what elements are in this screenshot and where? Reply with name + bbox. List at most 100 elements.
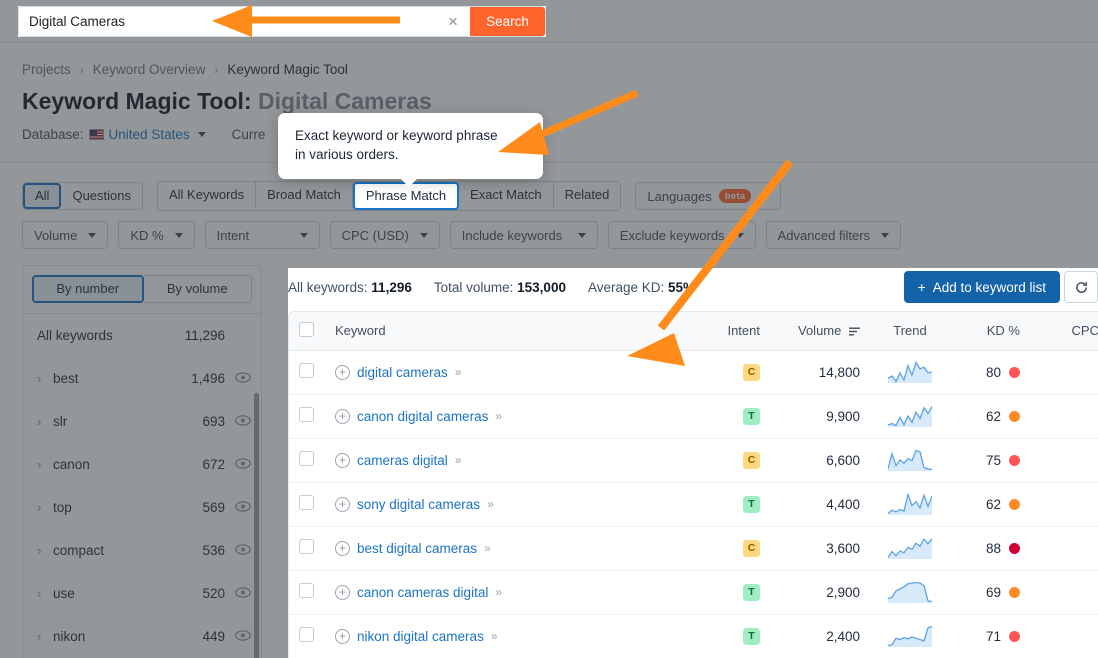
eye-icon[interactable] (225, 629, 251, 644)
row-checkbox[interactable] (299, 539, 314, 554)
database-selector[interactable]: Database: United States (22, 127, 206, 142)
kd-difficulty-dot (1009, 454, 1020, 466)
table-row[interactable]: + nikon digital cameras » T 2,400 71 (289, 614, 1098, 658)
eye-icon[interactable] (225, 543, 251, 558)
table-row[interactable]: + cameras digital » C 6,600 75 (289, 438, 1098, 483)
keyword-link[interactable]: canon digital cameras (357, 409, 488, 424)
row-checkbox[interactable] (299, 451, 314, 466)
keyword-link[interactable]: nikon digital cameras (357, 629, 484, 644)
filter-kd[interactable]: KD % (118, 221, 195, 249)
sidebar-all-count: 11,296 (184, 328, 225, 343)
chevron-double-right-icon[interactable]: » (495, 585, 502, 599)
keyword-link[interactable]: sony digital cameras (357, 497, 480, 512)
filter-intent[interactable]: Intent (204, 221, 320, 249)
chevron-right-icon[interactable]: › (37, 371, 53, 386)
eye-icon[interactable] (225, 457, 251, 472)
eye-icon[interactable] (225, 586, 251, 601)
tab-all[interactable]: All (23, 183, 62, 209)
column-header-keyword[interactable]: Keyword (325, 312, 710, 351)
refresh-button[interactable] (1064, 271, 1098, 303)
sidebar-item-compact[interactable]: › compact 536 (23, 529, 261, 572)
intent-badge[interactable]: T (743, 496, 760, 513)
add-to-keyword-list-button[interactable]: + Add to keyword list (903, 271, 1060, 303)
keyword-link[interactable]: best digital cameras (357, 541, 477, 556)
intent-badge[interactable]: C (743, 364, 760, 381)
sidebar-item-slr[interactable]: › slr 693 (23, 400, 261, 443)
eye-icon[interactable] (225, 371, 251, 386)
chevron-right-icon[interactable]: › (37, 543, 53, 558)
column-header-volume[interactable]: Volume (770, 312, 870, 351)
chevron-double-right-icon[interactable]: » (484, 541, 491, 555)
filter-volume[interactable]: Volume (22, 221, 109, 249)
intent-badge[interactable]: T (743, 408, 760, 425)
row-checkbox[interactable] (299, 495, 314, 510)
row-checkbox[interactable] (299, 583, 314, 598)
chevron-double-right-icon[interactable]: » (455, 453, 462, 467)
add-keyword-icon[interactable]: + (335, 584, 350, 600)
chevron-double-right-icon[interactable]: » (455, 365, 462, 379)
currency-selector[interactable]: Curre (232, 127, 266, 142)
add-keyword-icon[interactable]: + (335, 628, 350, 644)
chevron-right-icon[interactable]: › (37, 629, 53, 644)
keyword-link[interactable]: cameras digital (357, 453, 448, 468)
chevron-right-icon[interactable]: › (37, 457, 53, 472)
search-button[interactable]: Search (470, 7, 545, 36)
chevron-right-icon[interactable]: › (37, 414, 53, 429)
eye-icon[interactable] (225, 500, 251, 515)
column-header-trend[interactable]: Trend (870, 312, 950, 351)
column-header-cpc[interactable]: CPC (1030, 312, 1098, 351)
sidebar-item-top[interactable]: › top 569 (23, 486, 261, 529)
breadcrumb-item-projects[interactable]: Projects (22, 62, 71, 77)
intent-badge[interactable]: C (743, 540, 760, 557)
tab-broad-match[interactable]: Broad Match (256, 182, 353, 208)
eye-icon[interactable] (225, 414, 251, 429)
chevron-double-right-icon[interactable]: » (491, 629, 498, 643)
sidebar-item-use[interactable]: › use 520 (23, 572, 261, 615)
keyword-link[interactable]: canon cameras digital (357, 585, 488, 600)
add-keyword-icon[interactable]: + (335, 364, 350, 380)
sidebar-item-all-keywords[interactable]: All keywords 11,296 (23, 314, 261, 357)
chevron-double-right-icon[interactable]: » (495, 409, 502, 423)
clear-search-icon[interactable]: × (436, 7, 470, 36)
sidebar-item-best[interactable]: › best 1,496 (23, 357, 261, 400)
filter-include-keywords[interactable]: Include keywords (449, 221, 598, 249)
table-row[interactable]: + canon digital cameras » T 9,900 62 (289, 394, 1098, 439)
intent-badge[interactable]: C (743, 452, 760, 469)
table-row[interactable]: + canon cameras digital » T 2,900 69 (289, 570, 1098, 615)
sidebar-item-nikon[interactable]: › nikon 449 (23, 615, 261, 658)
tab-exact-match[interactable]: Exact Match (459, 182, 554, 208)
table-row[interactable]: + sony digital cameras » T 4,400 62 (289, 482, 1098, 527)
row-checkbox[interactable] (299, 627, 314, 642)
table-row[interactable]: + best digital cameras » C 3,600 88 (289, 526, 1098, 571)
filter-advanced[interactable]: Advanced filters (765, 221, 902, 249)
chevron-right-icon[interactable]: › (37, 500, 53, 515)
column-header-intent[interactable]: Intent (710, 312, 770, 351)
toggle-by-volume[interactable]: By volume (143, 275, 252, 303)
column-header-kd[interactable]: KD % (950, 312, 1030, 351)
add-keyword-icon[interactable]: + (335, 540, 350, 556)
filter-exclude-keywords[interactable]: Exclude keywords (607, 221, 756, 249)
search-input[interactable] (19, 7, 436, 36)
chevron-double-right-icon[interactable]: » (487, 497, 494, 511)
row-checkbox[interactable] (299, 363, 314, 378)
row-checkbox[interactable] (299, 407, 314, 422)
add-keyword-icon[interactable]: + (335, 408, 350, 424)
chevron-right-icon[interactable]: › (37, 586, 53, 601)
sidebar-item-canon[interactable]: › canon 672 (23, 443, 261, 486)
table-row[interactable]: + digital cameras » C 14,800 80 (289, 350, 1098, 395)
intent-badge[interactable]: T (743, 628, 760, 645)
select-all-checkbox[interactable] (299, 321, 314, 337)
intent-badge[interactable]: T (743, 584, 760, 601)
tab-related[interactable]: Related (553, 182, 621, 208)
database-value[interactable]: United States (109, 127, 190, 142)
languages-dropdown[interactable]: Languages beta (635, 182, 782, 210)
keyword-link[interactable]: digital cameras (357, 365, 448, 380)
add-keyword-icon[interactable]: + (335, 452, 350, 468)
breadcrumb-item-keyword-overview[interactable]: Keyword Overview (93, 62, 206, 77)
tab-all-keywords[interactable]: All Keywords (158, 182, 257, 208)
filter-cpc[interactable]: CPC (USD) (329, 221, 440, 249)
toggle-by-number[interactable]: By number (32, 275, 144, 303)
add-keyword-icon[interactable]: + (335, 496, 350, 512)
tab-questions[interactable]: Questions (61, 183, 142, 209)
sidebar-scrollbar[interactable] (254, 393, 259, 658)
